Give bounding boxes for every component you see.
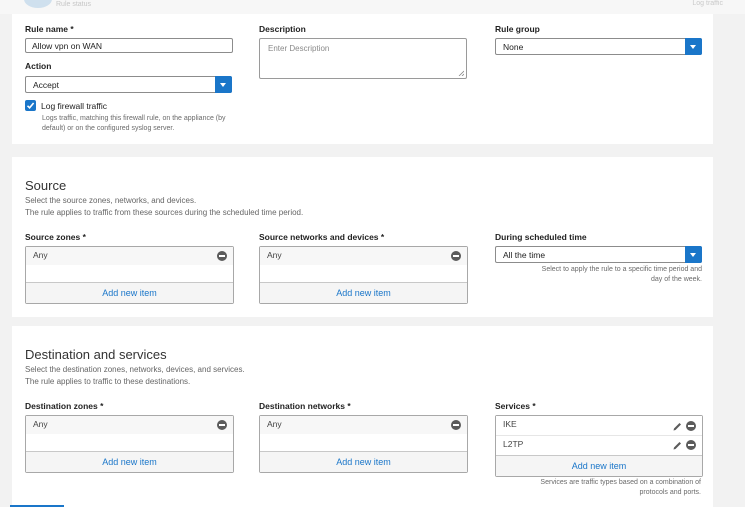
schedule-help-2: day of the week. (651, 276, 702, 283)
destination-title: Destination and services (25, 347, 167, 362)
log-traffic-faded-label: Log traffic (692, 0, 723, 7)
add-new-item-button[interactable]: Add new item (260, 451, 467, 472)
services-help-2: protocols and ports. (639, 489, 701, 496)
rule-group-value: None (503, 42, 524, 52)
top-strip: Rule status Log traffic (0, 0, 745, 14)
source-networks-label: Source networks and devices * (259, 232, 385, 242)
list-item[interactable]: L2TP (496, 436, 702, 454)
log-help-line-2: default) or on the configured syslog ser… (42, 125, 175, 132)
chevron-down-icon[interactable] (215, 76, 232, 93)
description-label: Description (259, 24, 306, 34)
schedule-label: During scheduled time (495, 232, 587, 242)
destination-desc-2: The rule applies to traffic to these des… (25, 377, 191, 386)
destination-zones-label: Destination zones * (25, 401, 104, 411)
source-zones-list: Any Add new item (25, 246, 234, 304)
source-title: Source (25, 178, 67, 193)
destination-card: Destination and services Select the dest… (12, 326, 713, 507)
rule-group-select[interactable]: None (495, 38, 702, 55)
list-item[interactable]: Any (26, 416, 233, 434)
remove-icon[interactable] (686, 421, 696, 431)
list-item-text: Any (267, 250, 282, 260)
source-desc-1: Select the source zones, networks, and d… (25, 196, 197, 205)
action-select-value: Accept (33, 80, 59, 90)
list-item-text: Any (33, 419, 48, 429)
schedule-help-1: Select to apply the rule to a specific t… (541, 266, 702, 273)
pencil-icon[interactable] (672, 440, 683, 451)
pencil-icon[interactable] (672, 421, 683, 432)
add-new-item-button[interactable]: Add new item (26, 282, 233, 303)
add-new-item-button[interactable]: Add new item (496, 455, 702, 476)
rule-status-label: Rule status (56, 1, 92, 8)
list-item-text: L2TP (503, 439, 524, 449)
checkmark-icon (26, 102, 35, 109)
rule-details-card: Rule name * Allow vpn on WAN Action Acce… (12, 14, 713, 144)
source-networks-list: Any Add new item (259, 246, 468, 304)
list-item-text: IKE (503, 419, 517, 429)
add-new-item-button[interactable]: Add new item (260, 282, 467, 303)
remove-icon[interactable] (451, 420, 461, 430)
remove-icon[interactable] (217, 420, 227, 430)
action-select[interactable]: Accept (25, 76, 232, 93)
destination-networks-label: Destination networks * (259, 401, 351, 411)
log-firewall-checkbox[interactable] (25, 100, 36, 111)
source-desc-2: The rule applies to traffic from these s… (25, 208, 304, 217)
action-label: Action (25, 61, 52, 71)
list-item[interactable]: Any (26, 247, 233, 265)
rule-name-input[interactable]: Allow vpn on WAN (25, 38, 233, 53)
add-new-item-button[interactable]: Add new item (26, 451, 233, 472)
remove-icon[interactable] (686, 440, 696, 450)
rule-status-toggle-icon[interactable] (24, 0, 52, 8)
destination-zones-list: Any Add new item (25, 415, 234, 473)
chevron-down-icon[interactable] (685, 246, 702, 263)
rule-group-label: Rule group (495, 24, 540, 34)
list-item-text: Any (267, 419, 282, 429)
services-label: Services * (495, 401, 536, 411)
rule-name-label: Rule name * (25, 24, 74, 34)
log-help-line-1: Logs traffic, matching this firewall rul… (42, 115, 226, 122)
destination-desc-1: Select the destination zones, networks, … (25, 365, 245, 374)
remove-icon[interactable] (217, 251, 227, 261)
list-item[interactable]: IKE (496, 416, 702, 434)
log-firewall-label: Log firewall traffic (41, 101, 107, 111)
resize-grip-icon[interactable] (458, 70, 464, 76)
description-placeholder: Enter Description (268, 44, 330, 53)
description-textarea[interactable]: Enter Description (259, 38, 467, 79)
source-card: Source Select the source zones, networks… (12, 157, 713, 317)
destination-networks-list: Any Add new item (259, 415, 468, 473)
list-item[interactable]: Any (260, 416, 467, 434)
services-help-1: Services are traffic types based on a co… (540, 479, 701, 486)
chevron-down-icon[interactable] (685, 38, 702, 55)
remove-icon[interactable] (451, 251, 461, 261)
list-item[interactable]: Any (260, 247, 467, 265)
services-list: IKE L2TP Add new item (495, 415, 703, 477)
schedule-select[interactable]: All the time (495, 246, 702, 263)
source-zones-label: Source zones * (25, 232, 86, 242)
list-item-text: Any (33, 250, 48, 260)
schedule-value: All the time (503, 250, 546, 260)
